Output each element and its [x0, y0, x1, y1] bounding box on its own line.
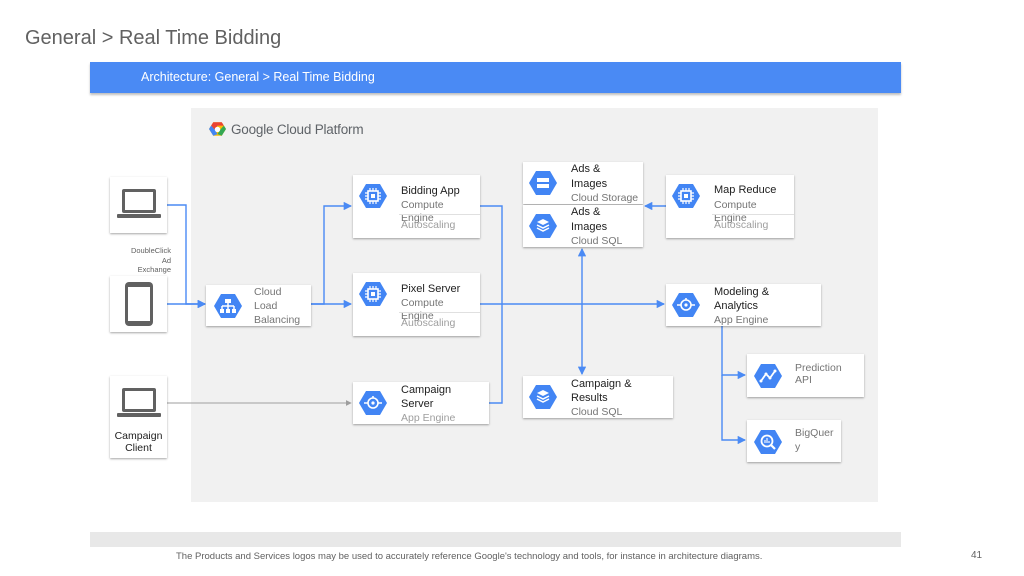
cloud-sql-icon [529, 214, 557, 238]
campaign-client-label: Campaign Client [114, 430, 163, 454]
banner-title: Architecture: General > Real Time Biddin… [141, 70, 375, 84]
bigquery-card: BigQuer y [747, 420, 841, 462]
gcp-hexagon-icon [209, 122, 226, 136]
prediction-api-card: Prediction API [747, 354, 864, 397]
map-reduce-feature: Autoscaling [714, 219, 769, 231]
page-title: General > Real Time Bidding [25, 27, 282, 49]
campaign-results-product: Cloud SQL [571, 406, 623, 418]
map-reduce-card: Map Reduce Compute Engine Autoscaling [666, 175, 794, 238]
doubleclick-laptop-device [110, 177, 167, 233]
cloud-storage-icon [529, 171, 557, 195]
bidding-app-card: Bidding App Compute Engine Autoscaling [353, 175, 480, 238]
architecture-banner: Architecture: General > Real Time Biddin… [90, 62, 901, 93]
map-reduce-name: Map Reduce [714, 184, 777, 196]
map-reduce-product-1: Compute [714, 199, 757, 211]
bigquery-label: BigQuer y [795, 427, 834, 453]
divider [712, 214, 794, 215]
campaign-client-device: Campaign Client [110, 376, 167, 458]
doubleclick-label: DoubleClick Ad Exchange [130, 246, 171, 274]
bigquery-icon [754, 430, 782, 454]
bidding-app-feature: Autoscaling [401, 219, 456, 231]
ads-images-sql-card: Ads & Images Cloud SQL [523, 205, 643, 247]
compute-engine-icon [359, 282, 387, 306]
campaign-server-product: App Engine [401, 412, 456, 424]
modeling-product: App Engine [714, 314, 769, 326]
app-engine-icon [359, 391, 387, 415]
campaign-results-name-2: Results [571, 392, 608, 404]
gcp-logo: Google Cloud Platform [209, 120, 364, 138]
footer-note: The Products and Services logos may be u… [176, 551, 763, 562]
cloud-lb-label: Cloud Load Balancing [254, 286, 301, 326]
divider [399, 214, 480, 215]
prediction-api-icon [754, 364, 782, 388]
page-number: 41 [971, 550, 983, 561]
modeling-name-2: Analytics [714, 300, 759, 312]
load-balancing-icon [214, 294, 242, 318]
laptop-icon [117, 189, 161, 218]
pixel-server-name: Pixel Server [401, 283, 461, 295]
campaign-server-card: Campaign Server App Engine [353, 382, 489, 424]
compute-engine-icon [672, 184, 700, 208]
cloud-sql-icon [529, 385, 557, 409]
ads-storage-name-2: Images [571, 178, 608, 190]
cloud-load-balancing-card: Cloud Load Balancing [206, 285, 311, 326]
ads-sql-name-1: Ads & [571, 206, 601, 218]
app-engine-icon [672, 293, 700, 317]
campaign-results-card: Campaign & Results Cloud SQL [523, 376, 673, 418]
modeling-name-1: Modeling & [714, 286, 770, 298]
prediction-label: Prediction API [795, 362, 842, 386]
ads-sql-name-2: Images [571, 221, 608, 233]
pixel-server-product-1: Compute [401, 297, 444, 309]
pixel-server-feature: Autoscaling [401, 317, 456, 329]
smartphone-icon [125, 282, 153, 326]
compute-engine-icon [359, 184, 387, 208]
pixel-server-card: Pixel Server Compute Engine Autoscaling [353, 273, 480, 336]
campaign-results-name-1: Campaign & [571, 378, 632, 390]
laptop-icon [117, 388, 161, 417]
campaign-server-name-1: Campaign [401, 384, 452, 396]
divider [399, 312, 480, 313]
bidding-app-product-1: Compute [401, 199, 444, 211]
ads-sql-product: Cloud SQL [571, 235, 623, 247]
footer-bar [90, 532, 901, 547]
doubleclick-phone-device [110, 276, 167, 332]
modeling-analytics-card: Modeling & Analytics App Engine [666, 284, 821, 326]
gcp-logo-text: Google Cloud Platform [231, 121, 364, 137]
campaign-server-name-2: Server [401, 398, 434, 410]
ads-storage-name-1: Ads & [571, 163, 601, 175]
bidding-app-name: Bidding App [401, 185, 460, 197]
ads-images-storage-card: Ads & Images Cloud Storage [523, 162, 643, 204]
ads-storage-product: Cloud Storage [571, 192, 639, 204]
